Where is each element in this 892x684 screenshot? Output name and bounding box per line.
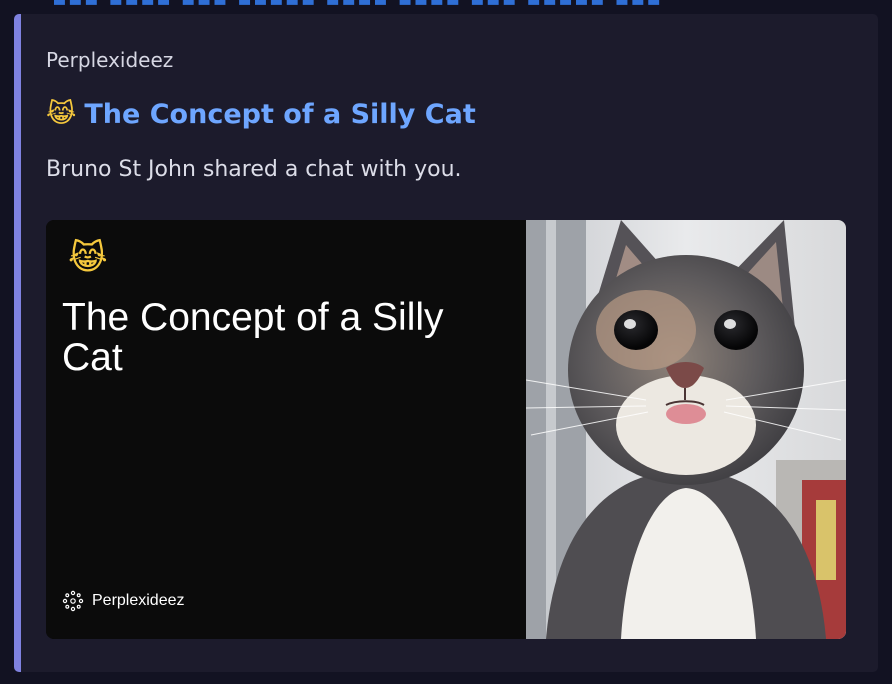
embed-preview-image[interactable]: 😹 The Concept of a Silly Cat Perplexidee… bbox=[46, 220, 846, 639]
preview-card-brand-name: Perplexideez bbox=[92, 592, 185, 609]
preview-card-brand: Perplexideez bbox=[62, 590, 185, 612]
preview-card-panel: 😹 The Concept of a Silly Cat Perplexidee… bbox=[46, 220, 526, 639]
previous-message-fragment: ▪▪▪ ▪▪▪▪ ▪▪▪ ▪▪▪▪▪ ▪▪▪▪ ▪▪▪▪ ▪▪▪ ▪▪▪▪▪ ▪… bbox=[0, 0, 892, 14]
embed-accent-bar bbox=[14, 14, 21, 672]
embed-description: Bruno St John shared a chat with you. bbox=[46, 157, 462, 182]
embed-provider[interactable]: Perplexideez bbox=[46, 48, 173, 72]
perplexideez-logo-icon bbox=[62, 590, 84, 612]
cat-joy-emoji-icon: 😹 bbox=[68, 238, 108, 278]
cat-joy-emoji-icon: 😹 bbox=[46, 99, 77, 129]
embed-title-link[interactable]: 😹 The Concept of a Silly Cat bbox=[46, 96, 476, 132]
cat-photo bbox=[526, 220, 846, 639]
link-embed: Perplexideez 😹 The Concept of a Silly Ca… bbox=[14, 14, 878, 672]
preview-card-title: The Concept of a Silly Cat bbox=[62, 296, 444, 379]
embed-title-text[interactable]: The Concept of a Silly Cat bbox=[84, 99, 475, 130]
